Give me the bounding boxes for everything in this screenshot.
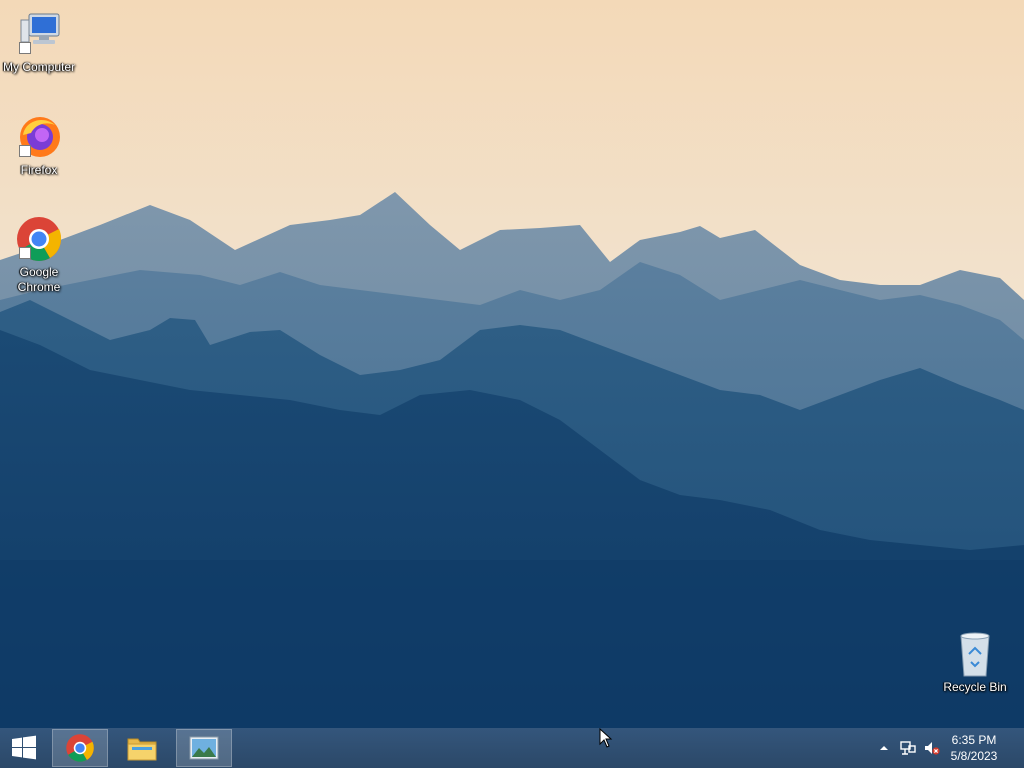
desktop-icon-label: My Computer — [2, 60, 76, 74]
clock-date: 5/8/2023 — [950, 749, 998, 763]
desktop-icon-label: Google Chrome — [17, 265, 61, 294]
chrome-icon — [66, 734, 94, 762]
photo-viewer-icon — [189, 736, 219, 760]
clock-time: 6:35 PM — [951, 733, 997, 747]
show-hidden-icons-icon[interactable] — [876, 740, 892, 756]
recycle-bin-icon — [951, 630, 999, 678]
taskbar-file-explorer-button[interactable] — [114, 729, 170, 767]
computer-icon — [15, 10, 63, 58]
wallpaper-image — [0, 0, 1024, 728]
mouse-cursor-icon — [599, 728, 613, 748]
shortcut-arrow-icon — [19, 145, 31, 157]
desktop: My Computer Firefox Google Chrome Recycl… — [0, 0, 1024, 728]
taskbar-photos-button[interactable] — [176, 729, 232, 767]
desktop-icon-label: Recycle Bin — [943, 680, 1007, 694]
shortcut-arrow-icon — [19, 42, 31, 54]
taskbar-chrome-button[interactable] — [52, 729, 108, 767]
shortcut-arrow-icon — [19, 247, 31, 259]
folder-icon — [127, 738, 157, 761]
desktop-icon-google-chrome[interactable]: Google Chrome — [0, 215, 78, 295]
desktop-icon-my-computer[interactable]: My Computer — [0, 10, 78, 75]
desktop-icon-label: Firefox — [20, 163, 58, 177]
volume-muted-icon[interactable] — [924, 740, 940, 756]
taskbar-clock[interactable]: 6:35 PM 5/8/2023 — [942, 732, 1006, 764]
desktop-icon-recycle-bin[interactable]: Recycle Bin — [936, 630, 1014, 695]
taskbar: 6:35 PM 5/8/2023 — [0, 728, 1024, 768]
system-tray: 6:35 PM 5/8/2023 — [864, 728, 1024, 768]
start-button[interactable] — [0, 728, 48, 768]
network-icon[interactable] — [900, 740, 916, 756]
windows-logo-icon — [12, 735, 36, 760]
firefox-icon — [15, 113, 63, 161]
desktop-icon-firefox[interactable]: Firefox — [0, 113, 78, 178]
chrome-icon — [15, 215, 63, 263]
